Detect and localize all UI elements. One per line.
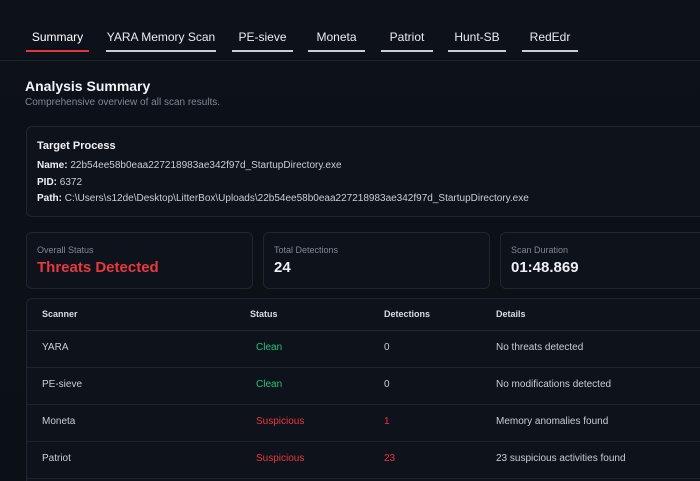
- page-title: Analysis Summary: [25, 78, 151, 94]
- target-path-value: C:\Users\s12de\Desktop\LitterBox\Uploads…: [64, 193, 529, 204]
- cell-detections: 1: [384, 416, 390, 427]
- target-pid-label: PID:: [37, 177, 57, 188]
- scan-duration-card: Scan Duration 01:48.869: [500, 232, 700, 289]
- target-name-label: Name:: [37, 160, 68, 171]
- tab-yara-memory-scan[interactable]: YARA Memory Scan: [106, 24, 216, 52]
- scan-duration-value: 01:48.869: [511, 259, 579, 276]
- cell-detections: 0: [384, 379, 390, 390]
- table-row[interactable]: PE-sieve Clean 0 No modifications detect…: [27, 367, 700, 405]
- cell-detections: 0: [384, 342, 390, 353]
- overall-status-value: Threats Detected: [37, 259, 159, 276]
- cell-details: Memory anomalies found: [496, 416, 609, 427]
- tab-patriot[interactable]: Patriot: [381, 24, 433, 52]
- cell-status: Clean: [256, 342, 283, 353]
- column-header-scanner: Scanner: [42, 309, 78, 319]
- page-subtitle: Comprehensive overview of all scan resul…: [25, 97, 221, 108]
- column-header-status: Status: [250, 309, 278, 319]
- target-path-label: Path:: [37, 193, 62, 204]
- column-header-detections: Detections: [384, 309, 431, 319]
- tab-summary[interactable]: Summary: [26, 24, 89, 52]
- total-detections-card: Total Detections 24: [263, 232, 490, 289]
- scanner-results-table: Scanner Status Detections Details YARA C…: [26, 298, 700, 481]
- cell-status: Suspicious: [256, 453, 305, 464]
- tab-rededr[interactable]: RedEdr: [522, 24, 578, 52]
- cell-status: Clean: [256, 379, 283, 390]
- tab-moneta[interactable]: Moneta: [308, 24, 365, 52]
- target-pid: PID: 6372: [37, 177, 82, 188]
- tab-hunt-sb[interactable]: Hunt-SB: [448, 24, 506, 52]
- cell-scanner: YARA: [42, 342, 69, 353]
- scan-duration-label: Scan Duration: [511, 245, 569, 255]
- target-process-heading: Target Process: [37, 140, 116, 152]
- cell-details: 23 suspicious activities found: [496, 453, 626, 464]
- target-pid-value: 6372: [59, 177, 83, 188]
- target-name: Name: 22b54ee58b0eaa227218983ae342f97d_S…: [37, 160, 342, 171]
- table-header: Scanner Status Detections Details: [27, 299, 700, 331]
- cell-details: No modifications detected: [496, 379, 612, 390]
- cell-status: Suspicious: [256, 416, 305, 427]
- cell-details: No threats detected: [496, 342, 584, 353]
- tab-pe-sieve[interactable]: PE-sieve: [232, 24, 293, 52]
- overall-status-card: Overall Status Threats Detected: [26, 232, 253, 289]
- cell-scanner: PE-sieve: [42, 379, 83, 390]
- target-process-panel: Target Process Name: 22b54ee58b0eaa22721…: [26, 126, 700, 217]
- cell-scanner: Patriot: [42, 453, 71, 464]
- app-page: Summary YARA Memory Scan PE-sieve Moneta…: [0, 0, 700, 481]
- column-header-details: Details: [496, 309, 526, 319]
- cell-scanner: Moneta: [42, 416, 76, 427]
- total-detections-label: Total Detections: [274, 245, 339, 255]
- cell-detections: 23: [384, 453, 396, 464]
- table-row[interactable]: Patriot Suspicious 23 23 suspicious acti…: [27, 441, 700, 479]
- total-detections-value: 24: [274, 259, 291, 276]
- target-name-value: 22b54ee58b0eaa227218983ae342f97d_Startup…: [70, 160, 342, 171]
- target-path: Path: C:\Users\s12de\Desktop\LitterBox\U…: [37, 193, 529, 204]
- tab-bar: Summary YARA Memory Scan PE-sieve Moneta…: [0, 0, 700, 61]
- table-row[interactable]: Moneta Suspicious 1 Memory anomalies fou…: [27, 404, 700, 442]
- table-row[interactable]: YARA Clean 0 No threats detected: [27, 330, 700, 368]
- overall-status-label: Overall Status: [37, 245, 94, 255]
